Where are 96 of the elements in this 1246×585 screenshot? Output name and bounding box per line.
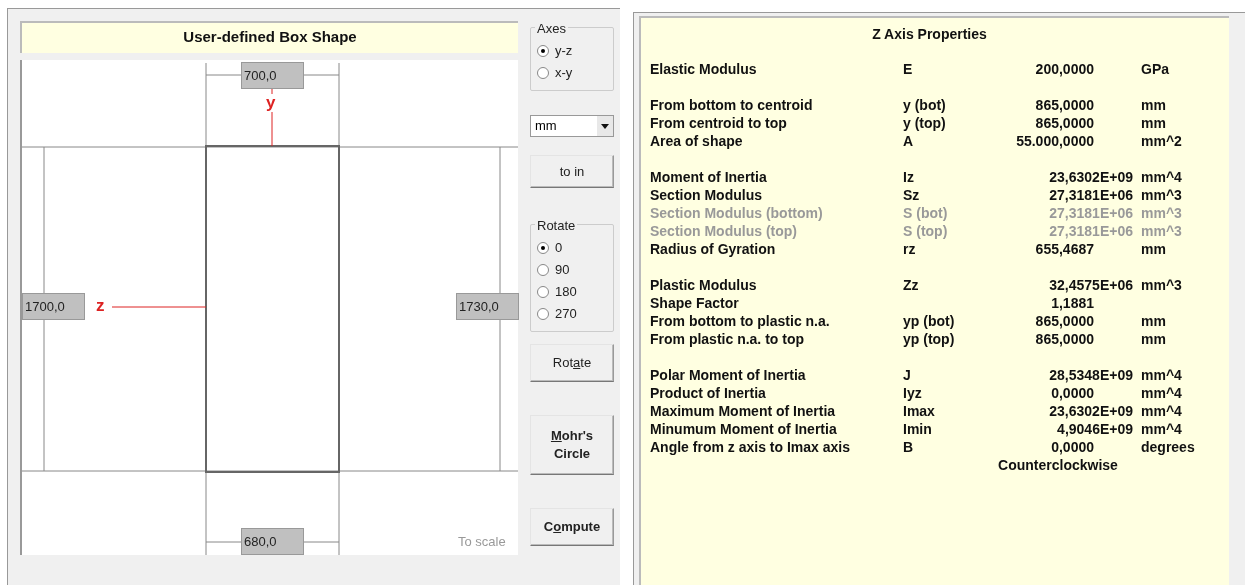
dimension-label: 1700,0 — [22, 293, 85, 320]
dimension-label: 700,0 — [241, 62, 304, 89]
property-value: 0,0000 — [1051, 385, 1094, 401]
property-symbol: A — [903, 133, 914, 149]
property-unit: degrees — [1141, 439, 1195, 455]
units-dropdown[interactable]: mm — [530, 115, 614, 137]
property-value: 23,6302E+09 — [1049, 403, 1133, 419]
property-symbol: S (top) — [903, 223, 948, 239]
property-name: From plastic n.a. to top — [650, 330, 805, 348]
panel-title: User-defined Box Shape — [20, 21, 518, 53]
command-button[interactable]: Rotate — [530, 344, 614, 382]
property-unit: mm^3 — [1141, 223, 1182, 239]
property-value: 1,1881 — [1051, 295, 1094, 311]
property-value: 4,9046E+09 — [1057, 421, 1133, 437]
property-symbol: Iyz — [903, 385, 922, 401]
property-name: Maximum Moment of Inertia — [650, 402, 837, 420]
property-symbol: Imax — [903, 403, 935, 419]
property-unit: mm^4 — [1141, 367, 1182, 383]
property-name: Plastic Modulus — [650, 276, 758, 294]
property-name: Section Modulus (top) — [650, 222, 798, 240]
property-unit: mm^3 — [1141, 277, 1182, 293]
property-unit: mm — [1141, 97, 1166, 113]
property-name: From bottom to centroid — [650, 96, 814, 114]
property-value: 27,3181E+06 — [1049, 223, 1133, 239]
property-symbol: Zz — [903, 277, 919, 293]
property-name: From bottom to plastic n.a. — [650, 312, 831, 330]
property-value: 865,0000 — [1035, 115, 1094, 131]
rotation-direction: Counterclockwise — [997, 456, 1119, 474]
property-unit: mm^4 — [1141, 421, 1182, 437]
property-symbol: B — [903, 439, 914, 455]
radio-label: 90 — [555, 261, 570, 280]
property-symbol: rz — [903, 241, 916, 257]
property-value: 0,0000 — [1051, 439, 1094, 455]
radio-label: 180 — [555, 283, 577, 302]
property-name: Angle from z axis to Imax axis — [650, 438, 851, 456]
property-unit: mm — [1141, 115, 1166, 131]
property-symbol: yp (top) — [903, 331, 955, 347]
command-button[interactable]: to in — [530, 155, 614, 188]
property-value: 865,0000 — [1035, 97, 1094, 113]
property-value: 55.000,0000 — [1016, 133, 1094, 149]
property-symbol: E — [903, 61, 913, 77]
property-symbol: y (bot) — [903, 97, 946, 113]
property-value: 200,0000 — [1035, 61, 1094, 77]
property-name: Section Modulus (bottom) — [650, 204, 824, 222]
properties-title: Z Axis Properties — [871, 25, 988, 44]
property-unit: mm^4 — [1141, 169, 1182, 185]
radio-label: x-y — [555, 64, 573, 83]
property-name: Radius of Gyration — [650, 240, 777, 258]
property-unit: mm^3 — [1141, 187, 1182, 203]
property-value: 27,3181E+06 — [1049, 205, 1133, 221]
property-value: 655,4687 — [1035, 241, 1094, 257]
property-unit: GPa — [1141, 61, 1169, 77]
property-symbol: Sz — [903, 187, 920, 203]
dimension-label: 680,0 — [241, 528, 304, 555]
radio-button[interactable] — [537, 286, 549, 298]
property-unit: mm^3 — [1141, 205, 1182, 221]
property-unit: mm — [1141, 241, 1166, 257]
property-symbol: S (bot) — [903, 205, 948, 221]
property-value: 865,0000 — [1035, 331, 1094, 347]
property-symbol: Imin — [903, 421, 932, 437]
radio-label: 270 — [555, 305, 577, 324]
radio-button[interactable] — [537, 67, 549, 79]
property-name: Product of Inertia — [650, 384, 767, 402]
radio-label: y-z — [555, 42, 573, 61]
property-symbol: Iz — [903, 169, 914, 185]
property-name: Shape Factor — [650, 294, 740, 312]
property-unit: mm^4 — [1141, 385, 1182, 401]
property-symbol: y (top) — [903, 115, 946, 131]
property-value: 27,3181E+06 — [1049, 187, 1133, 203]
property-value: 23,6302E+09 — [1049, 169, 1133, 185]
radio-button[interactable] — [537, 308, 549, 320]
property-unit: mm^4 — [1141, 403, 1182, 419]
property-name: Moment of Inertia — [650, 168, 768, 186]
property-name: From centroid to top — [650, 114, 788, 132]
dimension-label: 1730,0 — [456, 293, 519, 320]
property-unit: mm^2 — [1141, 133, 1182, 149]
property-name: Polar Moment of Inertia — [650, 366, 807, 384]
radio-label: 0 — [555, 239, 563, 258]
command-button[interactable]: Compute — [530, 508, 614, 546]
radio-button[interactable] — [537, 45, 549, 57]
property-unit: mm — [1141, 331, 1166, 347]
property-name: Minumum Moment of Inertia — [650, 420, 838, 438]
axis-label: y — [266, 94, 276, 112]
property-unit: mm — [1141, 313, 1166, 329]
property-symbol: yp (bot) — [903, 313, 955, 329]
property-name: Area of shape — [650, 132, 744, 150]
radio-button[interactable] — [537, 264, 549, 276]
property-value: 32,4575E+06 — [1049, 277, 1133, 293]
scale-note: To scale — [458, 533, 506, 551]
property-name: Section Modulus — [650, 186, 763, 204]
property-name: Elastic Modulus — [650, 60, 758, 78]
property-value: 865,0000 — [1035, 313, 1094, 329]
property-value: 28,5348E+09 — [1049, 367, 1133, 383]
property-symbol: J — [903, 367, 911, 383]
radio-button[interactable] — [537, 242, 549, 254]
command-button[interactable]: Mohr's Circle — [530, 415, 614, 475]
